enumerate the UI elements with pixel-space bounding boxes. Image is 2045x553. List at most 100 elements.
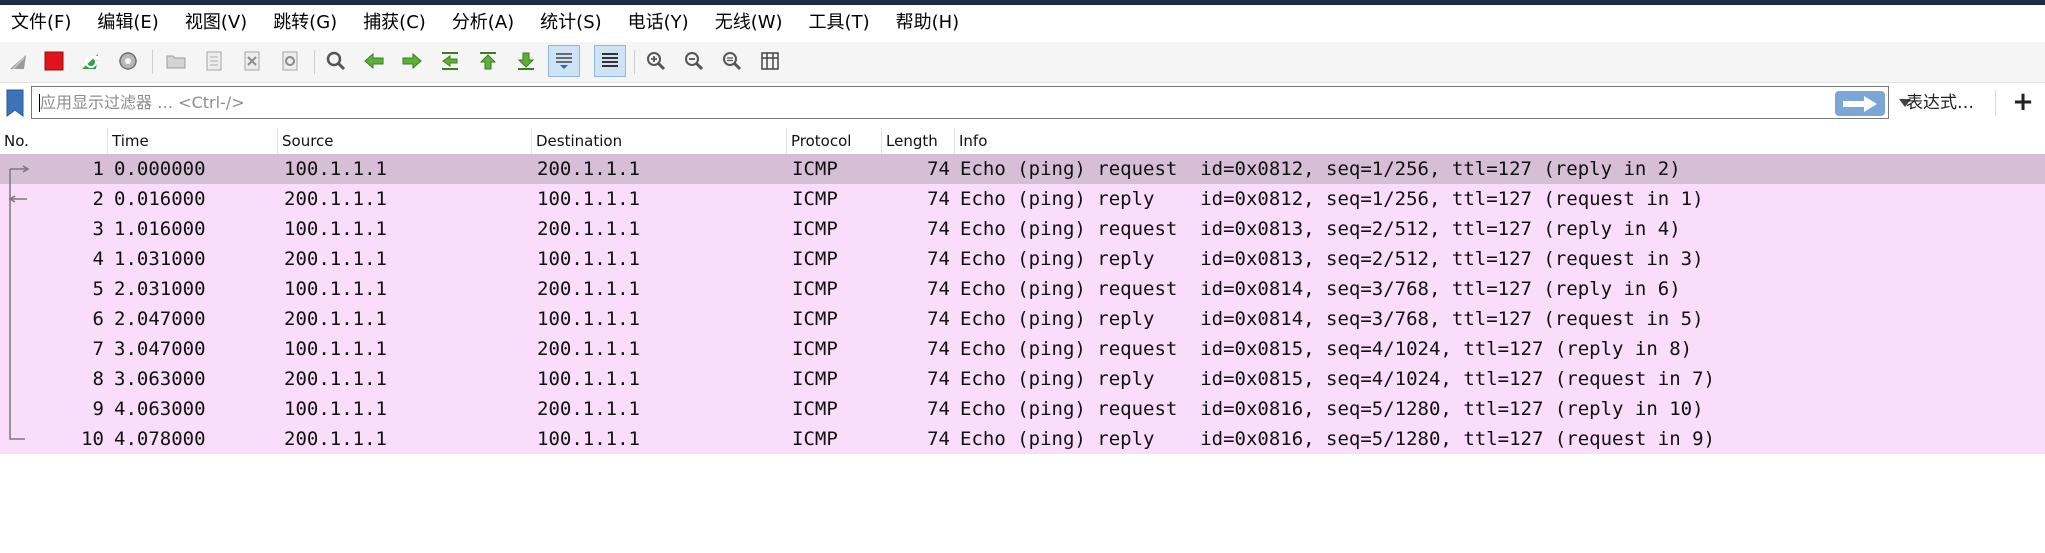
cell-no: 5: [92, 278, 104, 300]
arrow-right-icon: [1843, 95, 1877, 112]
packet-row[interactable]: 7 3.047000 100.1.1.1 200.1.1.1 ICMP 74 E…: [0, 334, 2045, 364]
cell-source: 100.1.1.1: [284, 218, 387, 240]
toolbar-separator: [634, 50, 635, 74]
cell-no: 9: [92, 398, 104, 420]
packet-row[interactable]: 3 1.016000 100.1.1.1 200.1.1.1 ICMP 74 E…: [0, 214, 2045, 244]
menu-tools[interactable]: 工具(T): [796, 5, 883, 40]
menu-view[interactable]: 视图(V): [172, 5, 260, 40]
cell-time: 0.000000: [114, 158, 206, 180]
packet-row[interactable]: 6 2.047000 200.1.1.1 100.1.1.1 ICMP 74 E…: [0, 304, 2045, 334]
menu-wireless[interactable]: 无线(W): [702, 5, 796, 40]
packet-row[interactable]: 4 1.031000 200.1.1.1 100.1.1.1 ICMP 74 E…: [0, 244, 2045, 274]
column-header-length[interactable]: Length: [882, 128, 955, 154]
cell-source: 200.1.1.1: [284, 368, 387, 390]
open-file-icon[interactable]: [160, 45, 192, 77]
packet-row[interactable]: 2 0.016000 200.1.1.1 100.1.1.1 ICMP 74 E…: [0, 184, 2045, 214]
packet-row[interactable]: 5 2.031000 100.1.1.1 200.1.1.1 ICMP 74 E…: [0, 274, 2045, 304]
cell-length: 74: [927, 158, 950, 180]
restart-capture-icon[interactable]: [74, 45, 106, 77]
cell-no: 6: [92, 308, 104, 330]
packet-row[interactable]: 1 0.000000 100.1.1.1 200.1.1.1 ICMP 74 E…: [0, 154, 2045, 184]
bookmark-icon[interactable]: [6, 89, 24, 117]
find-packet-icon[interactable]: [320, 45, 352, 77]
shark-fin-start-icon[interactable]: [2, 45, 34, 77]
go-forward-icon[interactable]: [396, 45, 428, 77]
colorize-icon[interactable]: [594, 45, 626, 77]
cell-info: Echo (ping) request id=0x0815, seq=4/102…: [960, 338, 1693, 360]
cell-destination: 200.1.1.1: [537, 158, 640, 180]
go-first-packet-icon[interactable]: [472, 45, 504, 77]
cell-info: Echo (ping) reply id=0x0814, seq=3/768, …: [960, 308, 1704, 330]
normal-size-icon[interactable]: [716, 45, 748, 77]
cell-no: 2: [92, 188, 104, 210]
stop-capture-icon[interactable]: [38, 45, 70, 77]
column-header-no[interactable]: No.: [0, 128, 108, 154]
menu-help[interactable]: 帮助(H): [883, 5, 973, 40]
add-filter-button[interactable]: +: [2012, 87, 2034, 117]
cell-length: 74: [927, 218, 950, 240]
cell-destination: 100.1.1.1: [537, 248, 640, 270]
cell-source: 200.1.1.1: [284, 308, 387, 330]
menu-capture[interactable]: 捕获(C): [350, 5, 439, 40]
filter-separator: [1995, 90, 1996, 116]
save-file-icon[interactable]: [198, 45, 230, 77]
cell-protocol: ICMP: [792, 308, 838, 330]
cell-info: Echo (ping) request id=0x0816, seq=5/128…: [960, 398, 1704, 420]
packet-row[interactable]: 10 4.078000 200.1.1.1 100.1.1.1 ICMP 74 …: [0, 424, 2045, 454]
go-last-packet-icon[interactable]: [510, 45, 542, 77]
cell-source: 100.1.1.1: [284, 278, 387, 300]
cell-source: 200.1.1.1: [284, 248, 387, 270]
cell-info: Echo (ping) request id=0x0814, seq=3/768…: [960, 278, 1681, 300]
menu-analyze[interactable]: 分析(A): [439, 5, 527, 40]
cell-protocol: ICMP: [792, 428, 838, 450]
menu-file[interactable]: 文件(F): [0, 5, 84, 40]
cell-destination: 100.1.1.1: [537, 188, 640, 210]
resize-columns-icon[interactable]: [754, 45, 786, 77]
packet-list: No. Time Source Destination Protocol Len…: [0, 128, 2045, 553]
close-file-icon[interactable]: [236, 45, 268, 77]
cell-time: 2.047000: [114, 308, 206, 330]
packet-row[interactable]: 8 3.063000 200.1.1.1 100.1.1.1 ICMP 74 E…: [0, 364, 2045, 394]
display-filter-input[interactable]: [40, 87, 1780, 118]
column-header-info[interactable]: Info: [955, 128, 2045, 154]
cell-length: 74: [927, 338, 950, 360]
cell-destination: 200.1.1.1: [537, 218, 640, 240]
cell-length: 74: [927, 368, 950, 390]
plus-icon: +: [2012, 87, 2034, 117]
packet-list-header: No. Time Source Destination Protocol Len…: [0, 128, 2045, 154]
apply-filter-button[interactable]: [1835, 91, 1885, 116]
auto-scroll-icon[interactable]: [548, 45, 580, 77]
cell-length: 74: [927, 278, 950, 300]
zoom-in-icon[interactable]: [640, 45, 672, 77]
menu-go[interactable]: 跳转(G): [260, 5, 350, 40]
menu-telephony[interactable]: 电话(Y): [615, 5, 702, 40]
cell-time: 2.031000: [114, 278, 206, 300]
capture-options-icon[interactable]: [112, 45, 144, 77]
zoom-out-icon[interactable]: [678, 45, 710, 77]
cell-time: 3.063000: [114, 368, 206, 390]
cell-length: 74: [927, 428, 950, 450]
column-header-source[interactable]: Source: [278, 128, 532, 154]
menu-statistics[interactable]: 统计(S): [527, 5, 614, 40]
cell-no: 4: [92, 248, 104, 270]
menu-edit[interactable]: 编辑(E): [84, 5, 171, 40]
cell-length: 74: [927, 308, 950, 330]
cell-protocol: ICMP: [792, 218, 838, 240]
cell-time: 1.016000: [114, 218, 206, 240]
toolbar-separator: [314, 50, 315, 74]
cell-time: 0.016000: [114, 188, 206, 210]
cell-no: 1: [92, 158, 104, 180]
go-to-packet-icon[interactable]: [434, 45, 466, 77]
column-header-protocol[interactable]: Protocol: [787, 128, 882, 154]
column-header-destination[interactable]: Destination: [532, 128, 787, 154]
cell-destination: 200.1.1.1: [537, 278, 640, 300]
packet-rows: 1 0.000000 100.1.1.1 200.1.1.1 ICMP 74 E…: [0, 154, 2045, 454]
cell-destination: 100.1.1.1: [537, 308, 640, 330]
cell-protocol: ICMP: [792, 248, 838, 270]
expression-button[interactable]: 表达式…: [1906, 88, 1974, 113]
column-header-time[interactable]: Time: [108, 128, 278, 154]
cell-info: Echo (ping) reply id=0x0813, seq=2/512, …: [960, 248, 1704, 270]
reload-file-icon[interactable]: [274, 45, 306, 77]
go-back-icon[interactable]: [358, 45, 390, 77]
packet-row[interactable]: 9 4.063000 100.1.1.1 200.1.1.1 ICMP 74 E…: [0, 394, 2045, 424]
